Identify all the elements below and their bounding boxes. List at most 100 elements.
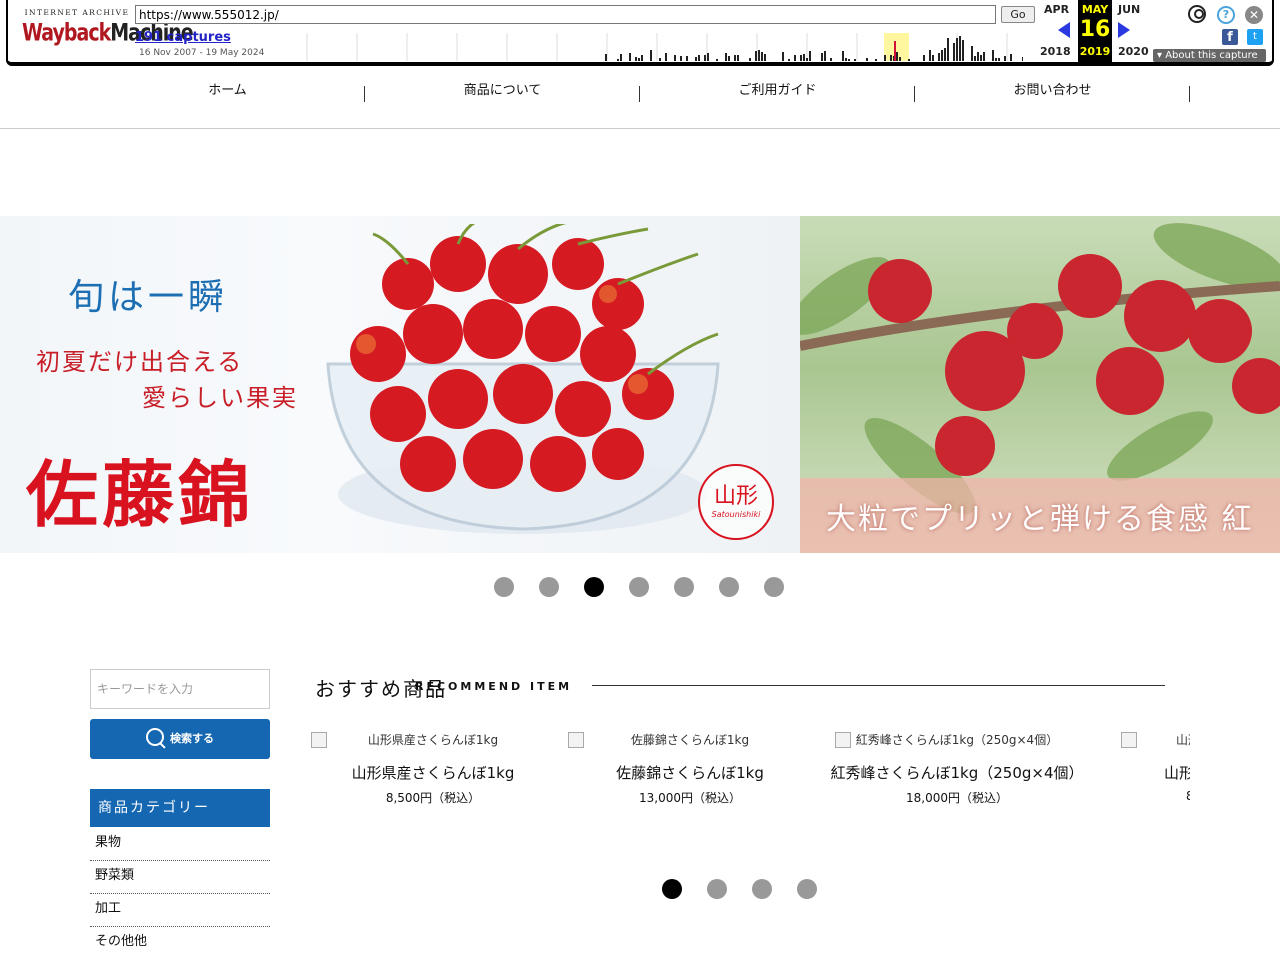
sparkline-bar (617, 59, 619, 61)
hero-caption: 大粒でプリッと弾ける食感 紅 (826, 502, 1254, 537)
sparkline-bar (956, 38, 958, 61)
pagination-dot[interactable] (584, 577, 604, 597)
sparkline-bar (1004, 56, 1006, 61)
pagination-dot[interactable] (752, 879, 772, 899)
product-card[interactable]: 山形県産さくらんぼ1kg 山形県産さくらんぼ1kg 8,500円（税込） (300, 726, 566, 806)
calendar-prev-month[interactable]: APR (1044, 3, 1069, 16)
category-item[interactable]: 野菜類 (90, 861, 270, 894)
sparkline-bar (758, 50, 760, 61)
sparkline-bar (959, 36, 961, 61)
sparkline-bar (953, 43, 955, 61)
yamagata-stamp: 山形 Satounishiki (698, 464, 774, 540)
pagination-dot[interactable] (797, 879, 817, 899)
close-icon[interactable]: ✕ (1245, 6, 1263, 24)
sparkline-bar (923, 55, 925, 61)
prev-arrow-icon[interactable] (1058, 22, 1070, 38)
sparkline-bar (848, 59, 850, 61)
nav-item-contact[interactable]: お問い合わせ (915, 80, 1190, 104)
nav-item-products[interactable]: 商品について (365, 80, 640, 104)
calendar-prev-year[interactable]: 2018 (1040, 45, 1071, 58)
hero-slide-benishuho[interactable]: 大粒でプリッと弾ける食感 紅 (800, 216, 1280, 553)
wayback-captures-link[interactable]: 191 captures (135, 30, 231, 45)
pagination-dot[interactable] (674, 577, 694, 597)
sparkline-bar (995, 58, 997, 61)
sparkline-bar (761, 52, 763, 61)
sparkline-bar (728, 56, 730, 61)
nav-item-home[interactable]: ホーム (90, 80, 365, 104)
pagination-dot[interactable] (539, 577, 559, 597)
sparkline-bar (908, 59, 910, 61)
calendar-current-month: MAY (1081, 3, 1109, 16)
sparkline-bar (992, 50, 994, 61)
pagination-dot[interactable] (494, 577, 514, 597)
sparkline-bar (824, 51, 826, 61)
sparkline-bar (971, 46, 973, 61)
pagination-dot[interactable] (764, 577, 784, 597)
search-button[interactable]: 検索する (90, 719, 270, 759)
wayback-logo-top: INTERNET ARCHIVE (24, 8, 130, 17)
pagination-dot[interactable] (662, 879, 682, 899)
product-image[interactable]: 山形県産 (1110, 726, 1190, 752)
sparkline-bar (944, 48, 946, 61)
nav-item-guide[interactable]: ご利用ガイド (640, 80, 915, 104)
wayback-capture-sparkline[interactable] (283, 33, 1023, 61)
wayback-go-button[interactable]: Go (1001, 6, 1035, 23)
sparkline-bar (962, 40, 964, 61)
calendar-next-year[interactable]: 2020 (1118, 45, 1149, 58)
product-name[interactable]: 佐藤錦さくらんぼ1kg (557, 762, 823, 783)
sparkline-bar (998, 58, 1000, 61)
product-name[interactable]: 山形県産さくらんぼ1kg (300, 762, 566, 783)
sparkline-bar (842, 51, 844, 61)
sparkline-bar (938, 53, 940, 61)
sparkline-bar (1010, 54, 1012, 61)
sparkline-bar (875, 59, 877, 61)
hero-slide-satonishiki[interactable]: 旬は一瞬 初夏だけ出合える 愛らしい果実 佐藤錦 山形 Satounishiki (0, 216, 800, 553)
search-icon (146, 727, 166, 748)
category-item[interactable]: その他他 (90, 927, 270, 960)
category-item[interactable]: 果物 (90, 828, 270, 861)
product-card[interactable]: 紅秀峰さくらんぼ1kg（250g×4個） 紅秀峰さくらんぼ1kg（250g×4個… (824, 726, 1090, 806)
product-image[interactable]: 佐藤錦さくらんぼ1kg (557, 726, 823, 752)
wayback-url-input[interactable] (135, 5, 996, 24)
about-capture-button[interactable]: ▾ About this capture (1153, 49, 1266, 62)
calendar-next-month[interactable]: JUN (1118, 3, 1140, 16)
product-card[interactable]: 佐藤錦さくらんぼ1kg 佐藤錦さくらんぼ1kg 13,000円（税込） (557, 726, 823, 806)
category-item[interactable]: 加工 (90, 894, 270, 927)
wayback-logo-word-a: Wayback (22, 19, 111, 47)
sparkline-bar (929, 50, 931, 61)
sparkline-bar (686, 56, 688, 61)
pagination-dot[interactable] (707, 879, 727, 899)
sparkline-bar (650, 50, 652, 61)
sparkline-bar (674, 55, 676, 61)
sparkline-bar (659, 58, 661, 61)
hero-slider[interactable]: 旬は一瞬 初夏だけ出合える 愛らしい果実 佐藤錦 山形 Satounishiki… (0, 216, 1280, 553)
search-input[interactable] (90, 669, 270, 709)
sparkline-bar (788, 59, 790, 61)
category-heading: 商品カテゴリー (90, 789, 270, 827)
facebook-icon[interactable]: f (1222, 29, 1238, 45)
user-icon[interactable] (1188, 5, 1206, 23)
wayback-date-range: 16 Nov 2007 - 19 May 2024 (139, 48, 265, 58)
sparkline-bar (725, 53, 727, 61)
product-image[interactable]: 山形県産さくらんぼ1kg (300, 726, 566, 752)
hero-tagline-2: 初夏だけ出合える (36, 348, 244, 376)
product-name[interactable]: 山形県 (1110, 762, 1190, 783)
next-arrow-icon[interactable] (1118, 22, 1130, 38)
product-name[interactable]: 紅秀峰さくらんぼ1kg（250g×4個） (824, 762, 1090, 783)
twitter-icon[interactable]: t (1247, 29, 1263, 45)
pagination-dot[interactable] (719, 577, 739, 597)
sparkline-bar (809, 51, 811, 61)
stamp-main: 山形 (713, 484, 758, 509)
product-price: 8,500円（税込） (385, 791, 481, 805)
sparkline-bar (983, 52, 985, 61)
pagination-dot[interactable] (629, 577, 649, 597)
help-icon[interactable]: ? (1217, 6, 1235, 24)
sparkline-bar (896, 52, 898, 61)
product-card[interactable]: 山形県産 山形県 8 (1110, 726, 1190, 803)
global-nav: ホーム 商品について ご利用ガイド お問い合わせ (90, 80, 1190, 104)
wayback-logo[interactable]: INTERNET ARCHIVE WaybackMachine (22, 8, 194, 52)
sparkline-bar (845, 58, 847, 61)
product-image[interactable]: 紅秀峰さくらんぼ1kg（250g×4個） (824, 726, 1090, 752)
sparkline-bar (800, 55, 802, 61)
sparkline-bar (821, 53, 823, 61)
